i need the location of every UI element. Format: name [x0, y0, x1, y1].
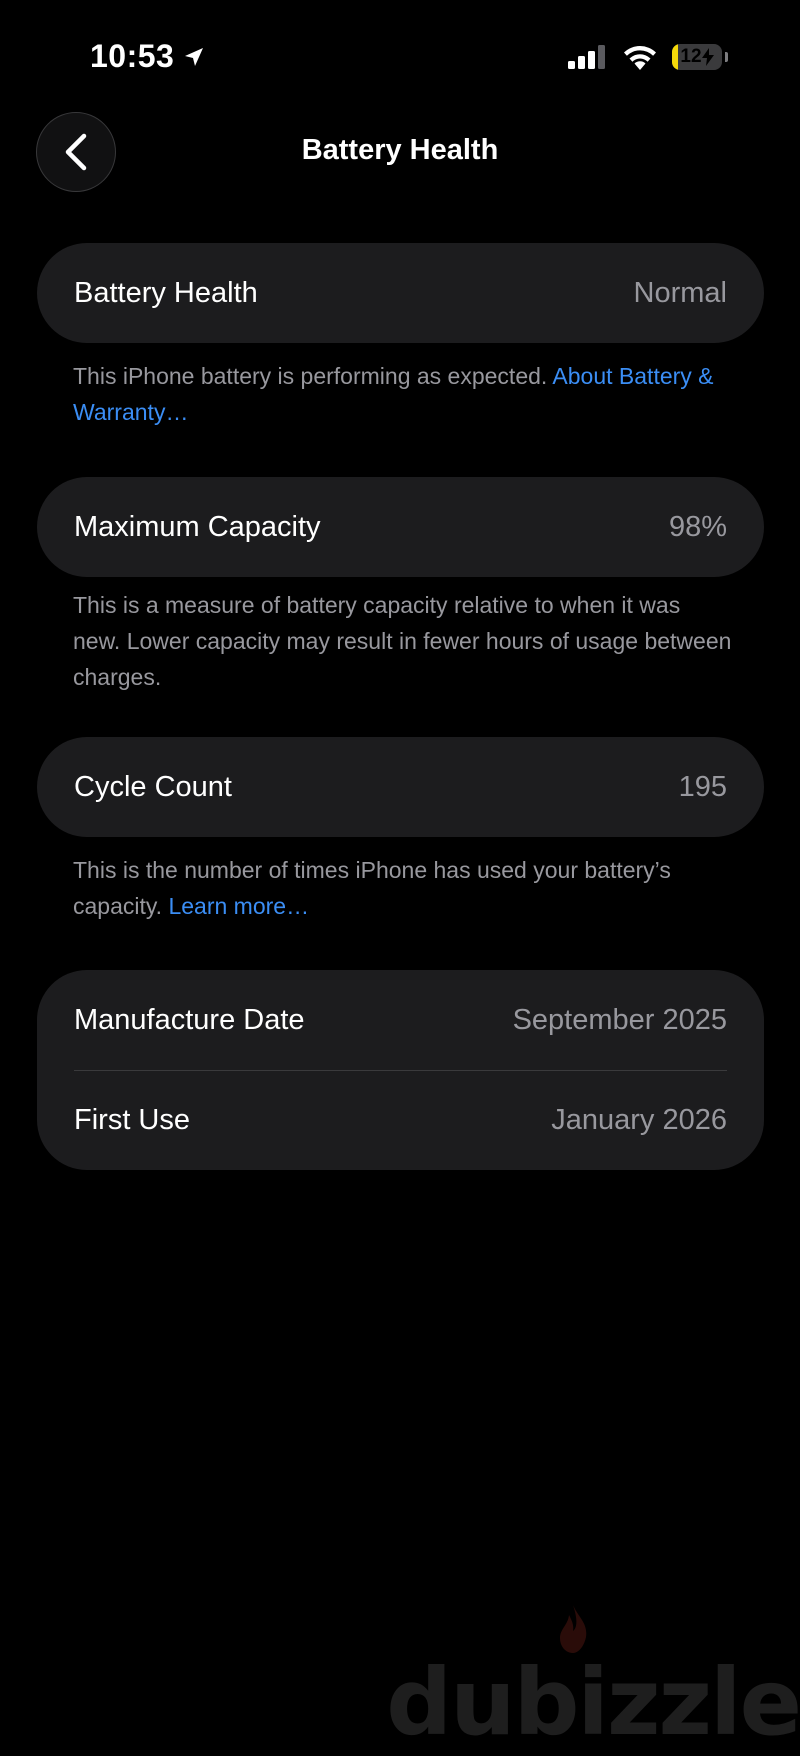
cycle-count-card: Cycle Count 195 [37, 737, 764, 837]
battery-health-note-text: This iPhone battery is performing as exp… [73, 363, 553, 389]
status-indicators: 12 [568, 44, 728, 70]
status-bar: 10:53 12 [0, 0, 800, 110]
first-use-value: January 2026 [551, 1104, 727, 1136]
cellular-signal-icon [568, 45, 605, 69]
battery-health-row: Battery Health Normal [37, 243, 764, 343]
status-time-text: 10:53 [90, 38, 175, 74]
dates-card: Manufacture Date September 2025 First Us… [37, 970, 764, 1170]
charging-bolt-icon [701, 48, 714, 66]
manufacture-date-row: Manufacture Date September 2025 [37, 970, 764, 1070]
wifi-icon [624, 46, 656, 70]
status-time: 10:53 [90, 38, 206, 75]
watermark-text: dubizzle [386, 1649, 800, 1756]
battery-indicator: 12 [672, 44, 722, 70]
cycle-count-value: 195 [678, 770, 727, 803]
cycle-count-note: This is the number of times iPhone has u… [73, 852, 733, 924]
maximum-capacity-note-text: This is a measure of battery capacity re… [73, 592, 732, 690]
cycle-count-row: Cycle Count 195 [37, 737, 764, 837]
battery-health-label: Battery Health [74, 276, 258, 309]
battery-level-text: 12 [680, 46, 702, 67]
cycle-count-note-text: This is the number of times iPhone has u… [73, 857, 671, 919]
battery-health-note: This iPhone battery is performing as exp… [73, 358, 733, 430]
dubizzle-watermark: dubizzle [386, 1605, 800, 1756]
maximum-capacity-label: Maximum Capacity [74, 510, 321, 543]
first-use-row: First Use January 2026 [37, 1071, 764, 1170]
learn-more-link[interactable]: Learn more… [168, 893, 309, 919]
battery-health-value: Normal [633, 276, 727, 309]
manufacture-date-label: Manufacture Date [74, 1003, 305, 1036]
maximum-capacity-row: Maximum Capacity 98% [37, 477, 764, 577]
battery-level-label: 12 [680, 46, 714, 68]
maximum-capacity-note: This is a measure of battery capacity re… [73, 587, 733, 695]
cycle-count-label: Cycle Count [74, 770, 232, 803]
battery-health-card: Battery Health Normal [37, 243, 764, 343]
location-arrow-icon [185, 47, 204, 66]
first-use-label: First Use [74, 1104, 190, 1136]
flame-logo-icon [560, 1605, 587, 1653]
battery-fill [672, 44, 678, 70]
maximum-capacity-card: Maximum Capacity 98% [37, 477, 764, 577]
manufacture-date-value: September 2025 [512, 1003, 727, 1036]
battery-cap [725, 52, 728, 62]
maximum-capacity-value: 98% [668, 510, 727, 543]
page-title: Battery Health [301, 134, 499, 166]
